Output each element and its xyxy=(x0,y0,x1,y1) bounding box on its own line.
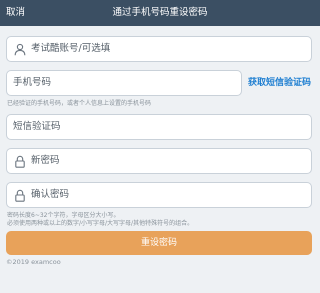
app-header: 取消 通过手机号码重设密码 xyxy=(0,0,320,26)
phone-placeholder: 手机号码 xyxy=(13,77,52,88)
get-sms-code-button[interactable]: 获取短信验证码 xyxy=(248,74,311,92)
user-icon xyxy=(14,43,26,56)
reset-password-button[interactable]: 重设密码 xyxy=(6,231,312,255)
confirm-password-placeholder: 确认密码 xyxy=(31,189,70,200)
phone-field[interactable]: 手机号码 xyxy=(6,70,242,96)
copyright: ©2019 examcoo xyxy=(6,258,61,266)
password-hint-combination: 必须使用两种或以上的数字/小写字母/大写字母/其他特殊符号的组合。 xyxy=(7,220,194,227)
phone-hint: 已经验证的手机号码，或者个人信息上设置的手机号码 xyxy=(7,100,152,107)
sms-code-placeholder: 短信验证码 xyxy=(13,121,61,132)
account-placeholder: 考试酷账号/可选填 xyxy=(31,43,111,54)
lock-icon xyxy=(15,189,25,202)
page-title: 通过手机号码重设密码 xyxy=(112,7,208,18)
new-password-placeholder: 新密码 xyxy=(31,155,60,166)
lock-icon xyxy=(15,155,25,168)
sms-code-field[interactable]: 短信验证码 xyxy=(6,114,312,140)
account-field[interactable]: 考试酷账号/可选填 xyxy=(6,36,312,62)
new-password-field[interactable]: 新密码 xyxy=(6,148,312,174)
confirm-password-field[interactable]: 确认密码 xyxy=(6,182,312,208)
